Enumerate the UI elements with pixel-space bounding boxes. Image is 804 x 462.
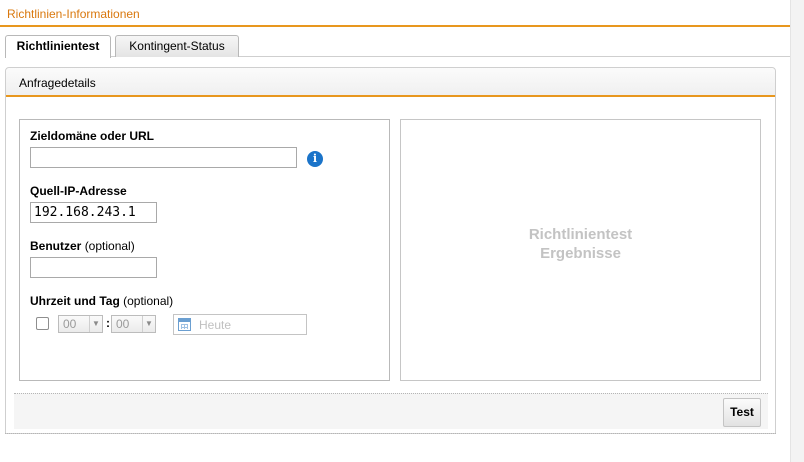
request-form: Zieldomäne oder URL i Quell-IP-Adresse B… bbox=[19, 119, 390, 381]
hour-select[interactable]: 00 ▼ bbox=[58, 315, 103, 333]
hour-value: 00 bbox=[63, 317, 77, 331]
source-ip-input[interactable] bbox=[30, 202, 157, 223]
user-label: Benutzer (optional) bbox=[30, 239, 135, 253]
chevron-down-icon: ▼ bbox=[89, 316, 102, 332]
panel-title: Anfragedetails bbox=[19, 76, 96, 90]
target-url-input[interactable] bbox=[30, 147, 297, 168]
date-picker-field[interactable]: Heute bbox=[173, 314, 307, 335]
time-enable-checkbox[interactable] bbox=[36, 317, 49, 330]
time-separator: : bbox=[106, 316, 110, 330]
tab-richtlinientest[interactable]: Richtlinientest bbox=[5, 35, 111, 58]
calendar-icon[interactable] bbox=[178, 318, 191, 331]
chevron-down-icon: ▼ bbox=[142, 316, 155, 332]
source-ip-label: Quell-IP-Adresse bbox=[30, 184, 127, 198]
results-line-2: Ergebnisse bbox=[540, 245, 621, 262]
page-header: Richtlinien-Informationen bbox=[0, 0, 790, 27]
tab-kontingent-status[interactable]: Kontingent-Status bbox=[115, 35, 239, 57]
vertical-scrollbar[interactable] bbox=[790, 0, 804, 462]
time-label: Uhrzeit und Tag (optional) bbox=[30, 294, 173, 308]
results-placeholder: Richtlinientest Ergebnisse bbox=[401, 225, 760, 263]
panel-header: Anfragedetails bbox=[6, 68, 775, 97]
test-button[interactable]: Test bbox=[723, 398, 761, 427]
panel-footer bbox=[14, 393, 768, 429]
user-label-text: Benutzer bbox=[30, 239, 82, 253]
results-line-1: Richtlinientest bbox=[528, 226, 633, 243]
page-title: Richtlinien-Informationen bbox=[7, 7, 140, 21]
request-details-panel: Anfragedetails Zieldomäne oder URL i Que… bbox=[5, 67, 776, 434]
time-label-text: Uhrzeit und Tag bbox=[30, 294, 120, 308]
date-placeholder: Heute bbox=[199, 318, 232, 332]
minute-value: 00 bbox=[116, 317, 130, 331]
user-optional-text: (optional) bbox=[84, 239, 135, 253]
results-panel: Richtlinientest Ergebnisse bbox=[400, 119, 761, 381]
time-optional-text: (optional) bbox=[123, 294, 174, 308]
minute-select[interactable]: 00 ▼ bbox=[111, 315, 156, 333]
user-input[interactable] bbox=[30, 257, 157, 278]
info-icon[interactable]: i bbox=[307, 151, 323, 167]
tab-bar: Richtlinientest Kontingent-Status bbox=[5, 35, 790, 58]
divider bbox=[5, 433, 776, 434]
target-label: Zieldomäne oder URL bbox=[30, 129, 155, 143]
